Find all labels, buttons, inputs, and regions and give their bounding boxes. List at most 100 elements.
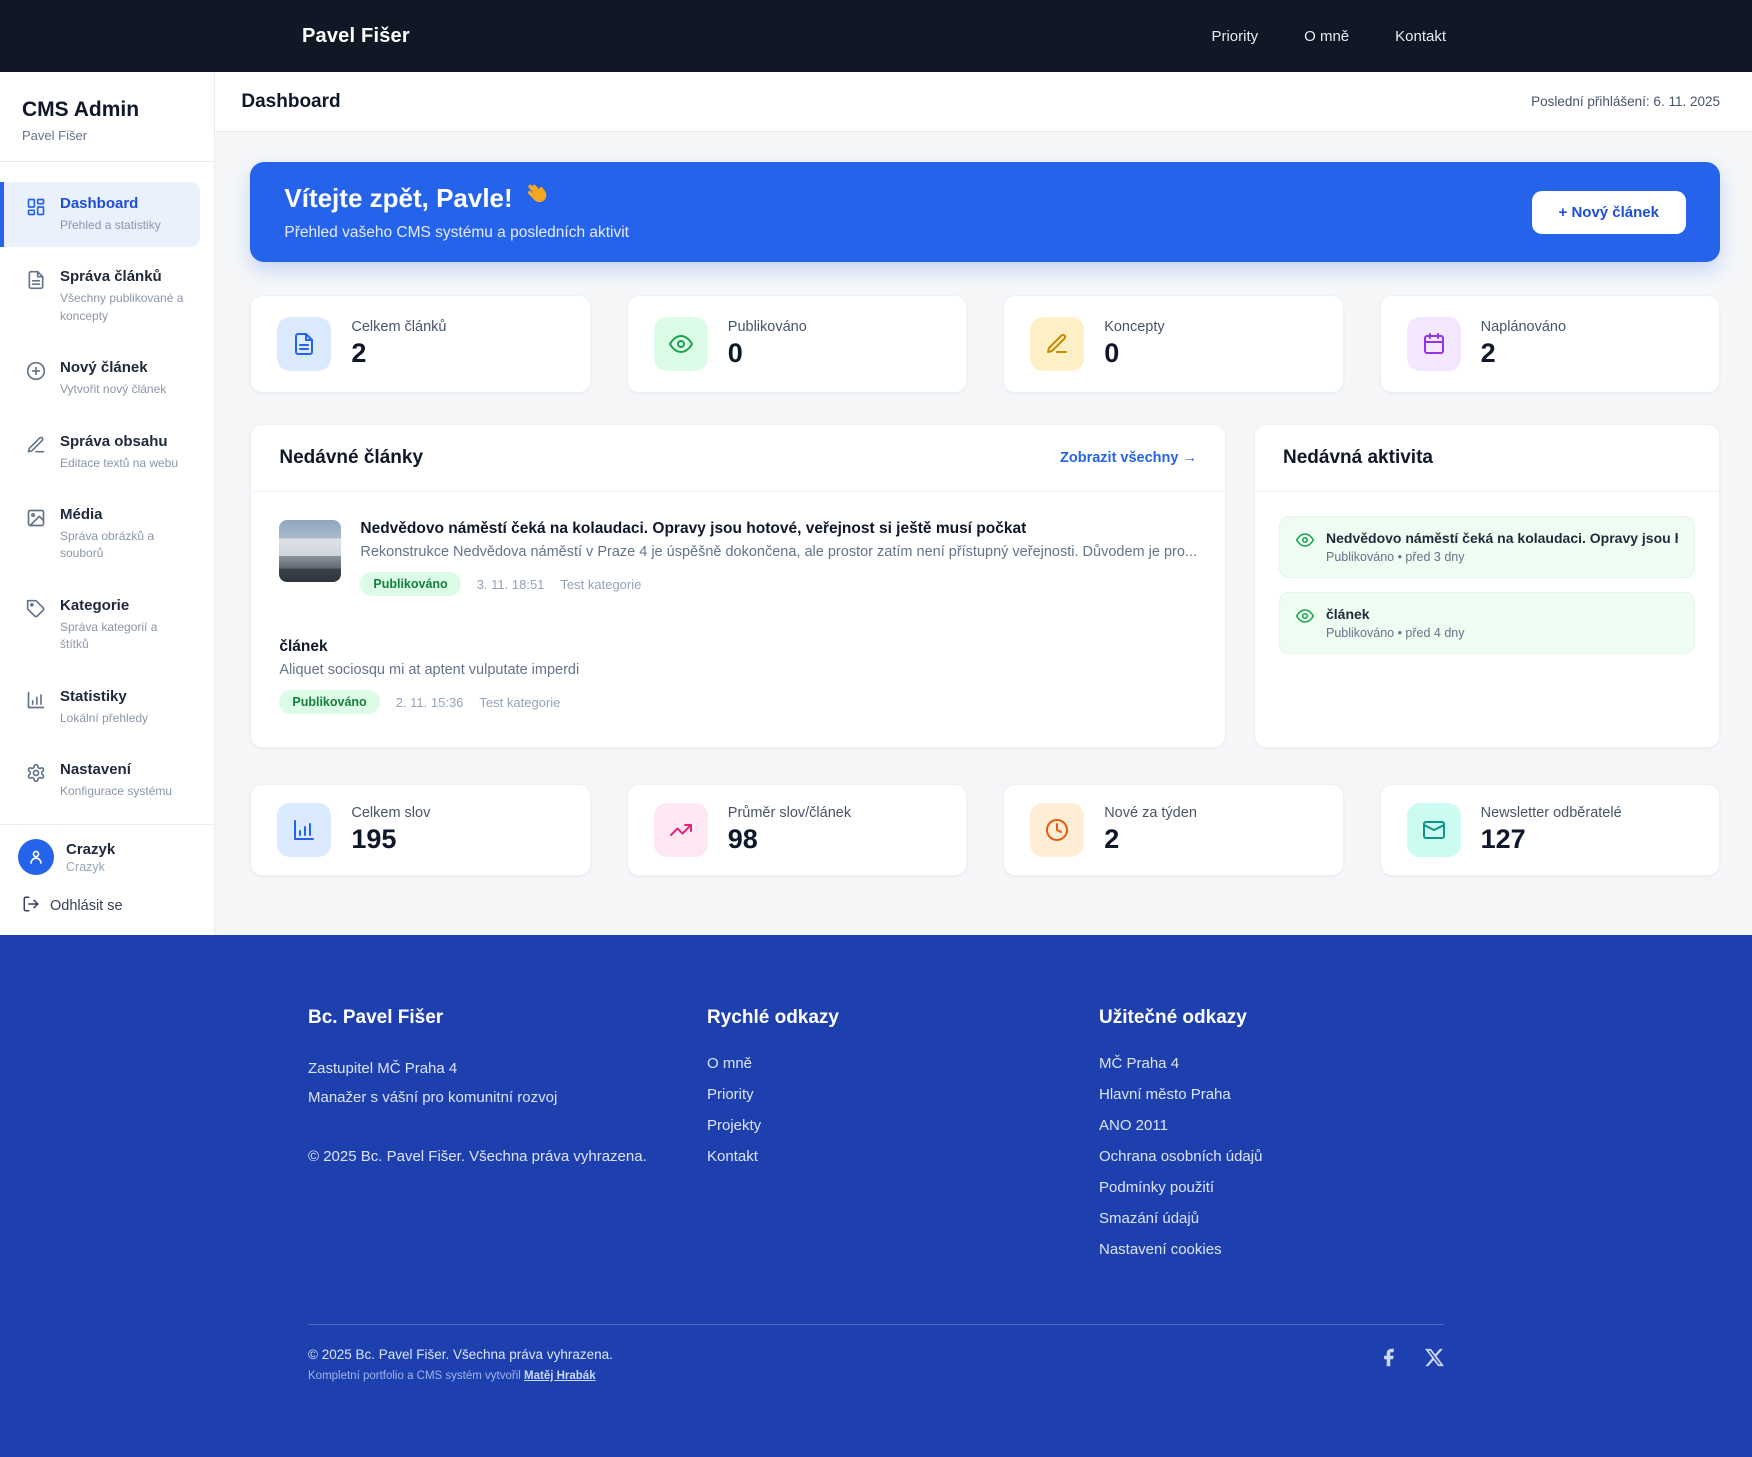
- footer-link-ano2011[interactable]: ANO 2011: [1099, 1117, 1168, 1134]
- sidebar-item-sublabel: Přehled a statistiky: [60, 217, 161, 234]
- article-date: 3. 11. 18:51: [477, 577, 545, 592]
- footer-credit-link[interactable]: Matěj Hrabák: [524, 1370, 596, 1382]
- footer-quick-links-title: Rychlé odkazy: [707, 1007, 1099, 1029]
- logout-button[interactable]: Odhlásit se: [18, 895, 196, 917]
- sidebar: CMS Admin Pavel Fišer Dashboard Přehled …: [0, 72, 215, 935]
- welcome-subtitle: Přehled vašeho CMS systému a posledních …: [284, 224, 629, 242]
- stat-card-prumer-slov: Průměr slov/článek 98: [627, 784, 967, 876]
- stat-value: 195: [351, 824, 430, 855]
- user-avatar: [18, 839, 54, 875]
- activity-title: článek: [1326, 606, 1678, 622]
- sidebar-item-dashboard[interactable]: Dashboard Přehled a statistiky: [0, 182, 200, 247]
- footer-credit: Kompletní portfolio a CMS systém vytvoři…: [308, 1370, 613, 1382]
- stat-card-newsletter: Newsletter odběratelé 127: [1380, 784, 1720, 876]
- sidebar-item-statistiky[interactable]: Statistiky Lokální přehledy: [0, 675, 200, 740]
- topnav-link-o-mne[interactable]: O mně: [1304, 28, 1349, 45]
- stat-value: 127: [1481, 824, 1622, 855]
- recent-articles-panel: Nedávné články Zobrazit všechny → Nedvěd…: [250, 424, 1226, 748]
- sidebar-header: CMS Admin Pavel Fišer: [0, 72, 214, 162]
- article-title: článek: [279, 638, 1197, 656]
- document-icon: [277, 317, 331, 371]
- stats-row-bottom: Celkem slov 195 Průměr slov/článek 98: [250, 784, 1720, 876]
- eye-icon: [1296, 607, 1314, 630]
- article-thumbnail: [279, 520, 341, 582]
- pencil-icon: [1030, 317, 1084, 371]
- trending-up-icon: [654, 803, 708, 857]
- stat-label: Průměr slov/článek: [728, 805, 851, 821]
- page-title: Dashboard: [241, 91, 340, 113]
- footer-link-o-mne[interactable]: O mně: [707, 1055, 752, 1072]
- stat-label: Celkem slov: [351, 805, 430, 821]
- sidebar-item-label: Kategorie: [60, 597, 129, 614]
- sidebar-title: CMS Admin: [22, 98, 192, 122]
- article-category: Test kategorie: [479, 695, 560, 710]
- sidebar-item-sublabel: Editace textů na webu: [60, 455, 178, 472]
- article-category: Test kategorie: [560, 577, 641, 592]
- footer-link-podminky[interactable]: Podmínky použití: [1099, 1179, 1214, 1196]
- new-article-button[interactable]: + Nový článek: [1532, 191, 1686, 234]
- sidebar-item-label: Správa obsahu: [60, 433, 168, 450]
- user-role: Crazyk: [66, 860, 115, 874]
- sidebar-item-label: Statistiky: [60, 688, 127, 705]
- sidebar-subtitle: Pavel Fišer: [22, 128, 192, 143]
- recent-articles-title: Nedávné články: [279, 447, 423, 469]
- pencil-icon: [26, 435, 46, 460]
- sidebar-user[interactable]: Crazyk Crazyk: [18, 839, 196, 875]
- footer-about-copyright: © 2025 Bc. Pavel Fišer. Všechna práva vy…: [308, 1148, 707, 1165]
- status-badge: Publikováno: [360, 572, 460, 596]
- welcome-banner: Vítejte zpět, Pavle! Přehled vašeho CMS …: [250, 162, 1720, 262]
- footer-link-kontakt[interactable]: Kontakt: [707, 1148, 758, 1165]
- stat-value: 2: [1481, 338, 1566, 369]
- topnav-link-kontakt[interactable]: Kontakt: [1395, 28, 1446, 45]
- stat-card-celkem-slov: Celkem slov 195: [250, 784, 590, 876]
- article-row[interactable]: Nedvědovo náměstí čeká na kolaudaci. Opr…: [279, 520, 1197, 596]
- footer-link-ochrana-udaju[interactable]: Ochrana osobních údajů: [1099, 1148, 1262, 1165]
- sidebar-item-sprava-obsahu[interactable]: Správa obsahu Editace textů na webu: [0, 420, 200, 485]
- article-excerpt: Rekonstrukce Nedvědova náměstí v Praze 4…: [360, 544, 1197, 560]
- activity-item[interactable]: článek Publikováno • před 4 dny: [1279, 592, 1695, 654]
- footer-link-hlavni-mesto[interactable]: Hlavní město Praha: [1099, 1086, 1231, 1103]
- recent-activity-panel: Nedávná aktivita Nedvědovo náměstí čeká …: [1254, 424, 1720, 748]
- footer-col-quick-links: Rychlé odkazy O mně Priority Projekty Ko…: [707, 1007, 1099, 1272]
- activity-item[interactable]: Nedvědovo náměstí čeká na kolaudaci. Opr…: [1279, 516, 1695, 578]
- brand-logo[interactable]: Pavel Fišer: [302, 25, 410, 48]
- view-all-link[interactable]: Zobrazit všechny →: [1060, 450, 1197, 466]
- footer-col-useful-links: Užitečné odkazy MČ Praha 4 Hlavní město …: [1099, 1007, 1444, 1272]
- footer-useful-links-title: Užitečné odkazy: [1099, 1007, 1444, 1029]
- sidebar-item-label: Správa článků: [60, 268, 162, 285]
- topnav-link-priority[interactable]: Priority: [1211, 28, 1258, 45]
- stat-label: Nové za týden: [1104, 805, 1197, 821]
- footer-link-cookies[interactable]: Nastavení cookies: [1099, 1241, 1222, 1258]
- welcome-title: Vítejte zpět, Pavle!: [284, 183, 512, 214]
- sidebar-item-novy-clanek[interactable]: Nový článek Vytvořit nový článek: [0, 346, 200, 411]
- waving-hand-icon: [525, 182, 551, 215]
- last-login-text: Poslední přihlášení: 6. 11. 2025: [1531, 94, 1720, 109]
- facebook-icon[interactable]: [1378, 1347, 1399, 1373]
- footer-link-projekty[interactable]: Projekty: [707, 1117, 761, 1134]
- eye-icon: [1296, 531, 1314, 554]
- status-badge: Publikováno: [279, 690, 379, 714]
- stat-card-nove-za-tyden: Nové za týden 2: [1003, 784, 1343, 876]
- image-icon: [26, 508, 46, 533]
- sidebar-item-sprava-clanku[interactable]: Správa článků Všechny publikované a konc…: [0, 255, 200, 338]
- footer-link-priority[interactable]: Priority: [707, 1086, 754, 1103]
- sidebar-item-sublabel: Všechny publikované a koncepty: [60, 290, 186, 325]
- cms-admin-app: Pavel Fišer Priority O mně Kontakt CMS A…: [0, 0, 1752, 1457]
- topnav-links: Priority O mně Kontakt: [1211, 28, 1446, 45]
- sidebar-item-media[interactable]: Média Správa obrázků a souborů: [0, 493, 200, 576]
- article-row[interactable]: článek Aliquet sociosqu mi at aptent vul…: [279, 638, 1197, 714]
- footer-link-mc-praha4[interactable]: MČ Praha 4: [1099, 1055, 1179, 1072]
- user-name: Crazyk: [66, 841, 115, 858]
- stat-value: 2: [351, 338, 446, 369]
- sidebar-item-kategorie[interactable]: Kategorie Správa kategorií a štítků: [0, 584, 200, 667]
- stat-label: Naplánováno: [1481, 319, 1566, 335]
- top-navbar: Pavel Fišer Priority O mně Kontakt: [0, 0, 1752, 72]
- x-twitter-icon[interactable]: [1425, 1348, 1444, 1372]
- sidebar-item-sublabel: Konfigurace systému: [60, 783, 172, 800]
- sidebar-item-nastaveni[interactable]: Nastavení Konfigurace systému: [0, 748, 200, 813]
- gear-icon: [26, 763, 46, 788]
- footer-link-smazani-udaju[interactable]: Smazání údajů: [1099, 1210, 1199, 1227]
- logout-icon: [22, 895, 40, 917]
- plus-circle-icon: [26, 361, 46, 386]
- sidebar-item-label: Nový článek: [60, 359, 148, 376]
